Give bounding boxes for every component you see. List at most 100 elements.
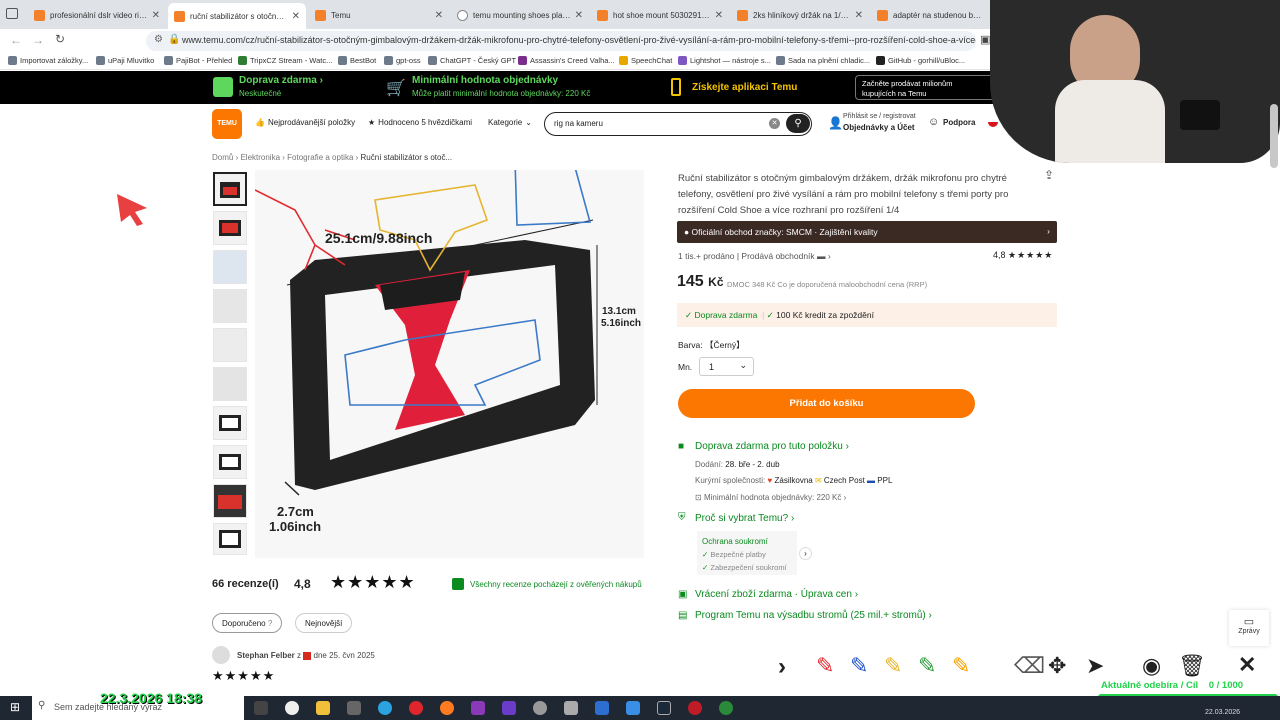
sell-on-temu-banner[interactable]: Začněte prodávat milionům kupujících na … [855,75,995,100]
seller-link[interactable]: Prodává obchodník [741,251,814,261]
close-tab-icon[interactable]: ✕ [575,10,583,21]
product-thumbnail[interactable] [213,328,247,362]
app-icon[interactable] [502,701,516,715]
close-tab-icon[interactable]: ✕ [435,10,443,21]
nav-five-star[interactable]: ★ Hodnoceno 5 hvězdičkami [368,118,472,127]
bookmark-item[interactable]: Assassin's Creed Valha... [518,56,615,65]
browser-tab[interactable]: profesionální dslr video rig cage ✕ [28,4,166,26]
trash-icon[interactable]: 🗑 [1178,653,1206,679]
czech-flag-icon[interactable] [988,117,998,127]
site-settings-icon[interactable]: ⚙ [154,34,163,45]
promo-free-shipping[interactable]: Doprava zdarma › [239,75,323,86]
edge-icon[interactable] [378,701,392,715]
browser-tab[interactable]: Temu ✕ [309,4,449,26]
bookmark-item[interactable]: GitHub - gorhill/uBloc... [876,56,965,65]
browser-tab-active[interactable]: ruční stabilizátor s otočným gimbalovým … [168,3,306,29]
move-icon[interactable]: ✥ [1048,653,1066,679]
bookmark-item[interactable]: gpt-oss [384,56,421,65]
highlighter-icon[interactable]: ✎ [952,653,970,679]
search-input[interactable]: rig na kameru ✕ ⚲ [544,112,812,136]
eye-icon[interactable]: ◉ [1142,653,1161,679]
product-thumbnail[interactable] [213,484,247,518]
search-icon[interactable]: ⚲ [786,114,810,133]
pointer-icon[interactable]: ➤ [1086,653,1104,679]
app-icon[interactable] [595,701,609,715]
sort-recommended-button[interactable]: Doporučeno ? [212,613,283,633]
bookmark-item[interactable]: Sada na plnění chladic... [776,56,870,65]
nav-categories[interactable]: Kategorie ⌄ [488,118,532,127]
chrome-icon[interactable] [285,701,299,715]
shipping-title-link[interactable]: Doprava zdarma pro tuto položku › [695,441,849,452]
back-icon[interactable]: ← [10,33,22,47]
product-thumbnail[interactable] [213,523,247,555]
bookmark-item[interactable]: uPaji Mluvitko [96,56,154,65]
messages-button[interactable]: ▭ Zprávy [1229,610,1269,646]
close-toolbar-icon[interactable]: ✕ [1238,652,1256,678]
browser-tab[interactable]: adaptér na studenou botu z hliníku [871,4,991,26]
quantity-select[interactable]: 1 ⌄ [699,357,754,376]
product-thumbnail[interactable] [213,445,247,479]
app-icon[interactable] [564,701,578,715]
browser-tab[interactable]: temu mounting shoes plastic guy ✕ [451,4,589,26]
product-thumbnail[interactable] [213,211,247,245]
account-line1[interactable]: Přihlásit se / registrovat [843,113,916,120]
account-line2[interactable]: Objednávky a Účet [843,123,915,132]
breadcrumb-item[interactable]: Fotografie a optika [287,153,353,162]
app-icon[interactable] [347,701,361,715]
close-tab-icon[interactable]: ✕ [855,10,863,21]
app-icon[interactable] [657,701,671,715]
forward-icon[interactable]: → [32,33,44,47]
close-tab-icon[interactable]: ✕ [152,10,160,21]
close-tab-icon[interactable]: ✕ [715,10,723,21]
review-count[interactable]: 66 recenze(í) [212,578,279,590]
carousel-next-icon[interactable]: › [799,547,812,560]
file-explorer-icon[interactable] [316,701,330,715]
breadcrumb-item[interactable]: Elektronika [240,153,280,162]
app-icon[interactable] [471,701,485,715]
verified-reviews-note[interactable]: Všechny recenze pocházejí z ověřených ná… [470,580,642,589]
add-to-cart-button[interactable]: Přidat do košíku [678,389,975,418]
product-thumbnail[interactable] [213,250,247,284]
app-icon[interactable] [626,701,640,715]
product-main-image[interactable]: 25.1cm/9.88inch 13.1cm 5.16inch 2.7cm 1.… [254,159,644,558]
bookmark-item[interactable]: Lightshot — nástroje s... [678,56,771,65]
product-rating[interactable]: 4,8 ★★★★★ [993,250,1053,261]
trees-link[interactable]: Program Temu na výsadbu stromů (25 mil.+… [695,610,932,621]
nav-bestsellers[interactable]: 👍 Nejprodávanější položky [255,118,355,127]
screenshot-icon[interactable]: ▣ [980,33,990,46]
breadcrumb-item[interactable]: Domů [212,153,233,162]
page-scrollbar[interactable] [1270,104,1278,168]
product-thumbnail-active[interactable] [213,172,247,206]
official-store-banner[interactable]: ● Oficiální obchod značky: SMCM · Zajišt… [677,221,1057,243]
bookmark-item[interactable]: Importovat záložky... [8,56,88,65]
url-bar[interactable]: ⚙ 🔒 www.temu.com/cz/ruční-stabilizátor-s… [146,31,976,51]
reload-icon[interactable]: ↻ [55,32,65,46]
share-icon[interactable]: ⇪ [1044,168,1054,182]
bookmark-item[interactable]: ChatGPT - Český GPT [428,56,516,65]
opera-icon[interactable] [409,701,423,715]
close-tab-icon[interactable]: ✕ [292,11,300,22]
bookmark-item[interactable]: TripxCZ Stream - Watc... [238,56,332,65]
windows-start-icon[interactable]: ⊞ [10,700,20,714]
product-thumbnail[interactable] [213,406,247,440]
clear-search-icon[interactable]: ✕ [769,118,780,129]
task-view-icon[interactable] [254,701,268,715]
privacy-card[interactable]: Ochrana soukromí ✓ Bezpečné platby ✓ Zab… [697,531,797,575]
temu-logo[interactable]: TEMU [212,109,242,139]
why-temu-link[interactable]: Proč si vybrat Temu? › [695,513,794,524]
app-icon[interactable] [719,701,733,715]
collapse-chevron-icon[interactable]: › [778,653,786,681]
app-icon[interactable] [688,701,702,715]
red-pen-icon[interactable]: ✎ [816,653,834,679]
returns-link[interactable]: Vrácení zboží zdarma · Úprava cen › [695,589,858,600]
browser-tab[interactable]: 2ks hliníkový držák na 1/4 hot shoe ✕ [731,4,869,26]
browser-tab[interactable]: hot shoe mount 5030291745674 ✕ [591,4,729,26]
product-thumbnail[interactable] [213,289,247,323]
app-icon[interactable] [533,701,547,715]
min-order-link[interactable]: ⊡ Minimální hodnota objednávky: 220 Kč › [695,493,846,502]
support-link[interactable]: Podpora [943,118,975,127]
get-app-link[interactable]: Získejte aplikaci Temu [692,82,797,93]
yellow-pen-icon[interactable]: ✎ [884,653,902,679]
bookmark-item[interactable]: SpeechChat [619,56,672,65]
product-thumbnail[interactable] [213,367,247,401]
